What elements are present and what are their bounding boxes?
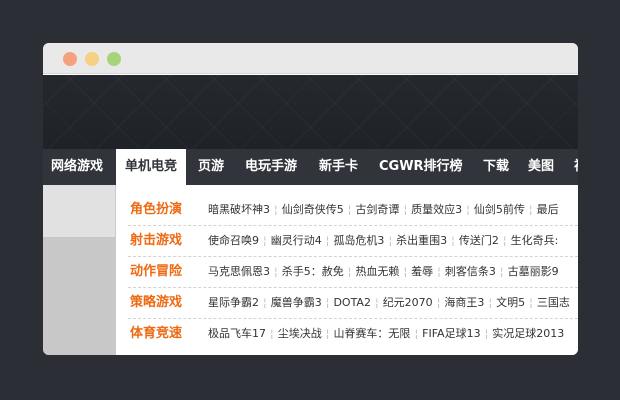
game-link[interactable]: 仙剑5前传 — [474, 203, 525, 216]
category-row-strategy: 策略游戏 星际争霸2 ¦ 魔兽争霸3 ¦ DOTA2 ¦ 纪元2070 ¦ 海商王3 ¦ 文明5 ¦ 三… — [116, 287, 578, 318]
game-link[interactable]: 最后 — [537, 203, 559, 216]
link-separator: ¦ — [528, 203, 533, 216]
game-link[interactable]: FIFA足球13 — [422, 327, 480, 340]
link-separator: ¦ — [274, 203, 278, 216]
link-separator: ¦ — [502, 234, 507, 247]
link-separator: ¦ — [374, 296, 379, 309]
link-separator: ¦ — [436, 296, 441, 309]
link-separator: ¦ — [488, 296, 493, 309]
game-link[interactable]: 极品飞车17 — [208, 327, 266, 340]
link-separator: ¦ — [466, 203, 470, 216]
link-separator: ¦ — [403, 265, 408, 278]
link-separator: ¦ — [451, 234, 455, 247]
maximize-window-button[interactable] — [107, 52, 121, 66]
link-separator: ¦ — [263, 234, 267, 247]
game-link[interactable]: 古墓丽影9 — [508, 265, 559, 278]
browser-window: 网络游戏 单机电竞 页游 电玩手游 新手卡 CGWR排行榜 下载 美图 视 角色… — [43, 43, 578, 355]
link-separator: ¦ — [325, 234, 330, 247]
game-link[interactable]: 传送门2 — [459, 234, 499, 247]
sidebar-bottom — [43, 237, 115, 355]
game-link[interactable]: DOTA2 — [333, 296, 371, 309]
game-link[interactable]: 文明5 — [496, 296, 525, 309]
game-link[interactable]: 星际争霸2 — [208, 296, 259, 309]
category-label[interactable]: 射击游戏 — [130, 225, 182, 256]
nav-item-pictures[interactable]: 美图 — [528, 149, 554, 185]
nav-item-video[interactable]: 视 — [574, 149, 578, 185]
game-link[interactable]: 使命召唤9 — [208, 234, 259, 247]
nav-item-cgwr-ranking[interactable]: CGWR排行榜 — [379, 149, 463, 185]
game-link[interactable]: 三国志 — [537, 296, 570, 309]
link-separator: ¦ — [347, 265, 352, 278]
category-label[interactable]: 角色扮演 — [130, 194, 182, 225]
link-separator: ¦ — [270, 327, 274, 340]
link-separator: ¦ — [437, 265, 441, 278]
link-separator: ¦ — [403, 203, 408, 216]
game-links: 星际争霸2 ¦ 魔兽争霸3 ¦ DOTA2 ¦ 纪元2070 ¦ 海商王3 ¦ 文明5 ¦ 三国志 — [208, 287, 570, 318]
game-link[interactable]: 羞辱 — [411, 265, 433, 278]
nav-item-single-player-esports[interactable]: 单机电竞 — [116, 149, 187, 185]
window-titlebar — [43, 43, 578, 74]
category-label[interactable]: 策略游戏 — [130, 287, 182, 318]
game-link[interactable]: 质量效应3 — [411, 203, 462, 216]
game-link[interactable]: 山脊赛车：无限 — [333, 327, 410, 340]
sidebar-top — [43, 185, 115, 237]
link-separator: ¦ — [529, 296, 533, 309]
game-link[interactable]: 马克思佩恩3 — [208, 265, 270, 278]
game-link[interactable]: 生化奇兵: — [511, 234, 559, 247]
game-link[interactable]: 杀出重围3 — [396, 234, 447, 247]
game-link[interactable]: 刺客信条3 — [445, 265, 496, 278]
header-banner — [43, 75, 578, 149]
game-link[interactable]: 纪元2070 — [383, 296, 433, 309]
category-label[interactable]: 动作冒险 — [130, 256, 182, 287]
link-separator: ¦ — [484, 327, 489, 340]
game-link[interactable]: 尘埃决战 — [278, 327, 322, 340]
category-row-shooter: 射击游戏 使命召唤9 ¦ 幽灵行动4 ¦ 孤岛危机3 ¦ 杀出重围3 ¦ 传送门2 ¦ 生化奇兵: — [116, 225, 578, 256]
game-link[interactable]: 古剑奇谭 — [355, 203, 399, 216]
category-row-action-adventure: 动作冒险 马克思佩恩3 ¦ 杀手5：赦免 ¦ 热血无赖 ¦ 羞辱 ¦ 刺客信条3 ¦ 古墓丽影9 — [116, 256, 578, 287]
nav-item-newbie-card[interactable]: 新手卡 — [319, 149, 358, 185]
main-nav: 网络游戏 单机电竞 页游 电玩手游 新手卡 CGWR排行榜 下载 美图 视 — [43, 149, 578, 185]
game-link[interactable]: 实况足球2013 — [492, 327, 564, 340]
nav-item-online-games[interactable]: 网络游戏 — [51, 149, 103, 185]
nav-item-console-mobile[interactable]: 电玩手游 — [245, 149, 297, 185]
link-separator: ¦ — [325, 296, 330, 309]
link-separator: ¦ — [274, 265, 278, 278]
link-separator: ¦ — [263, 296, 267, 309]
dropdown-panel: 角色扮演 暗黑破坏神3 ¦ 仙剑奇侠传5 ¦ 古剑奇谭 ¦ 质量效应3 ¦ 仙剑5前传 ¦ 最后 射… — [116, 185, 578, 355]
game-link[interactable]: 孤岛危机3 — [333, 234, 384, 247]
game-links: 使命召唤9 ¦ 幽灵行动4 ¦ 孤岛危机3 ¦ 杀出重围3 ¦ 传送门2 ¦ 生化奇兵: — [208, 225, 558, 256]
game-link[interactable]: 杀手5：赦免 — [282, 265, 344, 278]
link-separator: ¦ — [414, 327, 419, 340]
nav-item-web-games[interactable]: 页游 — [198, 149, 224, 185]
game-links: 极品飞车17 ¦ 尘埃决战 ¦ 山脊赛车：无限 ¦ FIFA足球13 ¦ 实况足球2013 — [208, 318, 564, 349]
game-link[interactable]: 暗黑破坏神3 — [208, 203, 270, 216]
game-link[interactable]: 仙剑奇侠传5 — [282, 203, 344, 216]
link-separator: ¦ — [325, 327, 330, 340]
category-row-rpg: 角色扮演 暗黑破坏神3 ¦ 仙剑奇侠传5 ¦ 古剑奇谭 ¦ 质量效应3 ¦ 仙剑5前传 ¦ 最后 — [116, 194, 578, 225]
game-links: 暗黑破坏神3 ¦ 仙剑奇侠传5 ¦ 古剑奇谭 ¦ 质量效应3 ¦ 仙剑5前传 ¦ 最后 — [208, 194, 559, 225]
link-separator: ¦ — [388, 234, 393, 247]
game-link[interactable]: 幽灵行动4 — [271, 234, 322, 247]
game-links: 马克思佩恩3 ¦ 杀手5：赦免 ¦ 热血无赖 ¦ 羞辱 ¦ 刺客信条3 ¦ 古墓丽影9 — [208, 256, 559, 287]
game-link[interactable]: 热血无赖 — [355, 265, 399, 278]
link-separator: ¦ — [347, 203, 352, 216]
minimize-window-button[interactable] — [85, 52, 99, 66]
category-row-sports-racing: 体育竞速 极品飞车17 ¦ 尘埃决战 ¦ 山脊赛车：无限 ¦ FIFA足球13 ¦ 实况足球20… — [116, 318, 578, 349]
link-separator: ¦ — [499, 265, 504, 278]
close-window-button[interactable] — [63, 52, 77, 66]
game-link[interactable]: 海商王3 — [444, 296, 484, 309]
nav-item-download[interactable]: 下载 — [483, 149, 509, 185]
category-label[interactable]: 体育竞速 — [130, 318, 182, 349]
game-link[interactable]: 魔兽争霸3 — [271, 296, 322, 309]
